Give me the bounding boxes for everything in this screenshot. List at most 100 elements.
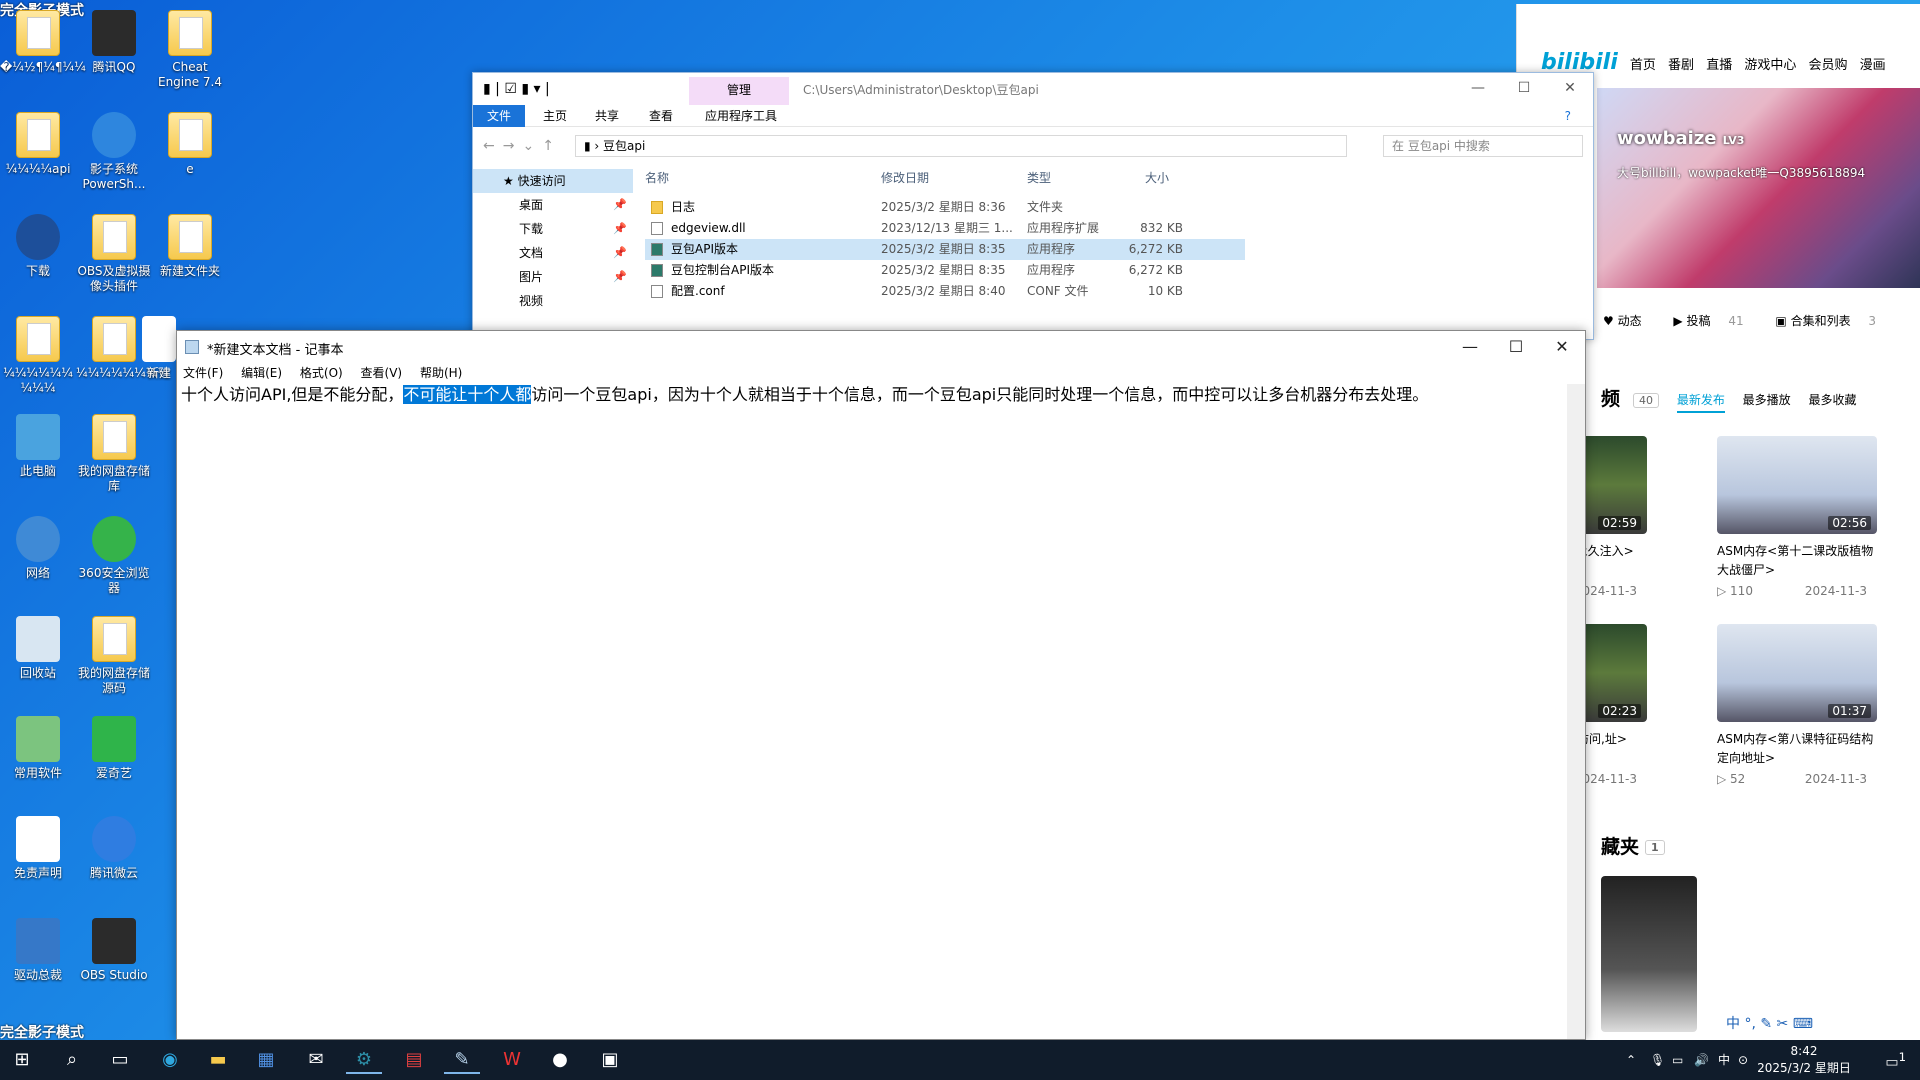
video-thumbnail[interactable]: 02:56: [1717, 436, 1877, 534]
menu-help[interactable]: 帮助(H): [420, 366, 462, 380]
desktop-icon-download[interactable]: 下载: [0, 214, 76, 279]
desktop-icon-network[interactable]: 网络: [0, 516, 76, 581]
file-explorer-icon[interactable]: ▬: [200, 1046, 236, 1074]
desktop-icon-common-software[interactable]: 常用软件: [0, 716, 76, 781]
maximize-button[interactable]: ☐: [1501, 73, 1547, 105]
column-type[interactable]: 类型: [1027, 169, 1051, 186]
tab-view[interactable]: 查看: [635, 105, 687, 127]
menu-edit[interactable]: 编辑(E): [241, 366, 282, 380]
store-icon[interactable]: ▦: [248, 1046, 284, 1074]
desktop-icon-iqiyi[interactable]: 爱奇艺: [76, 716, 152, 781]
nav-desktop[interactable]: 桌面 📌: [473, 193, 633, 217]
tab-home[interactable]: 主页: [529, 105, 581, 127]
nav-home[interactable]: 首页: [1630, 58, 1656, 73]
desktop-icon-obs-plugin[interactable]: OBS及虚拟摄像头插件: [76, 214, 152, 294]
address-bar[interactable]: ▮ › 豆包api: [575, 135, 1347, 157]
desktop-icon-qq[interactable]: 腾讯QQ: [76, 10, 152, 75]
start-icon[interactable]: ⊞: [4, 1046, 40, 1074]
help-icon[interactable]: ?: [1551, 105, 1585, 127]
tab-share[interactable]: 共享: [581, 105, 633, 127]
video-card[interactable]: 01:37 ASM内存<第八课特征码结构定向地址> ▷ 52 2024-11-3: [1717, 624, 1877, 786]
clock[interactable]: 8:42 2025/3/2 星期日: [1744, 1043, 1864, 1077]
quick-access-toolbar[interactable]: ▮ | ☑ ▮ ▾ |: [483, 81, 550, 97]
menu-format[interactable]: 格式(O): [300, 366, 343, 380]
nav-quick-access[interactable]: ★ 快速访问: [473, 169, 633, 193]
column-date[interactable]: 修改日期: [881, 169, 929, 186]
vertical-scrollbar[interactable]: [1567, 384, 1585, 1039]
tab-uploads[interactable]: ▶ 投稿 41: [1673, 314, 1757, 328]
mail-icon[interactable]: ✉: [298, 1046, 334, 1074]
notepad-taskbar-icon[interactable]: ✎: [444, 1046, 480, 1074]
ime-language[interactable]: 中: [1718, 1040, 1730, 1080]
desktop-icon-weiyun[interactable]: 腾讯微云: [76, 816, 152, 881]
nav-pictures[interactable]: 图片 📌: [473, 265, 633, 289]
column-name[interactable]: 名称: [645, 169, 669, 186]
search-icon[interactable]: ⌕: [54, 1046, 90, 1074]
desktop-icon-folder-3[interactable]: ¼¼¼¼¼¼¼¼: [76, 316, 169, 381]
tray-chevron-icon[interactable]: ⌃: [1626, 1040, 1636, 1080]
tab-collections[interactable]: ▣ 合集和列表 3: [1775, 314, 1890, 328]
maximize-button[interactable]: ☐: [1493, 331, 1539, 363]
search-box[interactable]: 在 豆包api 中搜索: [1383, 135, 1583, 157]
desktop-icon-cloud-source[interactable]: 我的网盘存储源码: [76, 616, 152, 696]
nav-live[interactable]: 直播: [1706, 58, 1732, 73]
obs-taskbar-icon[interactable]: ●: [542, 1046, 578, 1074]
tab-file[interactable]: 文件: [473, 105, 526, 127]
favorite-folder-cover[interactable]: [1601, 876, 1697, 1032]
notification-icon[interactable]: ▭1: [1885, 1050, 1906, 1071]
file-row[interactable]: 配置.conf 2025/3/2 星期日 8:40 CONF 文件 10 KB: [645, 281, 1245, 302]
sort-latest[interactable]: 最新发布: [1676, 393, 1725, 413]
column-size[interactable]: 大小: [1145, 169, 1169, 186]
desktop-icon-new-folder[interactable]: 新建文件夹: [152, 214, 228, 279]
desktop-icon-disclaimer[interactable]: 免责声明: [0, 816, 76, 881]
task-view-icon[interactable]: ▭: [102, 1046, 138, 1074]
desktop-icon-this-pc[interactable]: 此电脑: [0, 414, 76, 479]
desktop-icon-cheat-engine[interactable]: Cheat Engine 7.4: [152, 10, 228, 90]
file-row[interactable]: edgeview.dll 2023/12/13 星期三 1... 应用程序扩展 …: [645, 218, 1245, 239]
desktop-icon-new[interactable]: 新建: [142, 316, 176, 381]
nav-downloads[interactable]: 下载 📌: [473, 217, 633, 241]
tab-dynamics[interactable]: ♥ 动态: [1603, 314, 1656, 328]
video-thumbnail[interactable]: 01:37: [1717, 624, 1877, 722]
app-icon-2[interactable]: ▤: [396, 1046, 432, 1074]
nav-manga[interactable]: 漫画: [1860, 58, 1886, 73]
app-icon-1[interactable]: ⚙: [346, 1046, 382, 1074]
network-tray-icon[interactable]: ▭: [1672, 1040, 1683, 1080]
microphone-icon[interactable]: 🎙: [1650, 1040, 1665, 1080]
desktop-icon-recycle-bin[interactable]: 回收站: [0, 616, 76, 681]
desktop-icon-e[interactable]: e: [152, 112, 228, 177]
wps-icon[interactable]: W: [494, 1046, 530, 1074]
ime-toolbar[interactable]: 中 °, ✎ ✂ ⌨: [1720, 1012, 1819, 1036]
app-icon-3[interactable]: ▣: [592, 1046, 628, 1074]
desktop-icon-obs-studio[interactable]: OBS Studio: [76, 918, 152, 983]
minimize-button[interactable]: —: [1447, 331, 1493, 363]
sort-most-fav[interactable]: 最多收藏: [1809, 393, 1857, 407]
close-button[interactable]: ✕: [1547, 73, 1593, 105]
menu-file[interactable]: 文件(F): [183, 366, 223, 380]
nav-documents[interactable]: 文档 📌: [473, 241, 633, 265]
edge-icon[interactable]: ◉: [152, 1046, 188, 1074]
file-row[interactable]: 日志 2025/3/2 星期日 8:36 文件夹: [645, 197, 1245, 218]
volume-icon[interactable]: 🔊: [1694, 1040, 1709, 1080]
tab-app-tools[interactable]: 应用程序工具: [691, 105, 791, 127]
desktop-icon-folder-1[interactable]: �¼½¶¼¶¼¼: [0, 10, 86, 75]
ribbon-context-tab[interactable]: 管理: [689, 77, 789, 105]
desktop-icon-360-browser[interactable]: 360安全浏览器: [76, 516, 152, 596]
minimize-button[interactable]: —: [1455, 73, 1501, 105]
nav-game-center[interactable]: 游戏中心: [1744, 58, 1796, 73]
desktop-icon-cloud-storage[interactable]: 我的网盘存储库: [76, 414, 152, 494]
sort-most-played[interactable]: 最多播放: [1743, 393, 1791, 407]
video-card[interactable]: 02:56 ASM内存<第十二课改版植物大战僵尸> ▷ 110 2024-11-3: [1717, 436, 1877, 598]
desktop-icon-folder-2[interactable]: ¼¼¼¼¼¼ ¼¼¼: [0, 316, 76, 396]
menu-view[interactable]: 查看(V): [361, 366, 403, 380]
desktop-icon-driver-master[interactable]: 驱动总裁: [0, 918, 76, 983]
nav-anime[interactable]: 番剧: [1668, 58, 1694, 73]
desktop-icon-api-folder[interactable]: ¼¼¼¼api: [0, 112, 76, 177]
nav-arrows[interactable]: ←→⌄↑: [483, 138, 562, 154]
desktop-icon-powershell[interactable]: 影子系统 PowerSh...: [76, 112, 152, 192]
close-button[interactable]: ✕: [1539, 331, 1585, 363]
text-editor[interactable]: 十个人访问API,但是不能分配，不可能让十个人都访问一个豆包api，因为十个人就…: [181, 384, 1567, 1039]
file-row[interactable]: 豆包控制台API版本 2025/3/2 星期日 8:35 应用程序 6,272 …: [645, 260, 1245, 281]
nav-vip-shop[interactable]: 会员购: [1809, 58, 1848, 73]
nav-videos[interactable]: 视频: [473, 289, 633, 313]
